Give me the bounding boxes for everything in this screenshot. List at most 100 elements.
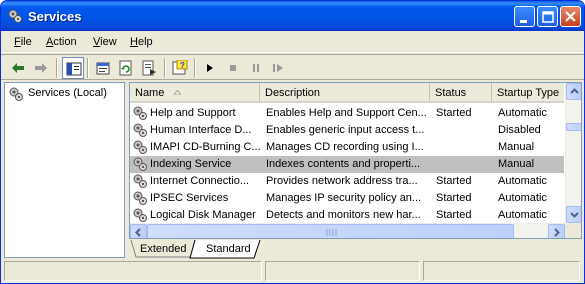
cell-status: Started xyxy=(436,192,472,204)
service-gears-icon xyxy=(133,174,147,188)
arrow-right-icon xyxy=(554,228,560,237)
properties-button[interactable] xyxy=(92,57,114,79)
help-icon: ? xyxy=(172,60,188,75)
cell-startup-type: Automatic xyxy=(498,209,547,221)
toolbar-separator xyxy=(194,58,196,78)
restart-icon xyxy=(273,64,283,72)
cell-description: Manages IP security policy an... xyxy=(266,192,422,204)
table-row[interactable]: Help and Support Enables Help and Support… xyxy=(130,105,564,122)
restart-service-button[interactable] xyxy=(268,57,290,79)
pause-service-button[interactable] xyxy=(245,57,267,79)
table-row[interactable]: Logical Disk Manager Detects and monitors… xyxy=(130,207,564,224)
column-header-status[interactable]: Status xyxy=(430,83,492,102)
cell-name: IMAPI CD-Burning C... xyxy=(150,141,261,153)
forward-button[interactable] xyxy=(30,57,52,79)
show-hide-tree-button[interactable] xyxy=(62,57,84,79)
cell-name: Internet Connectio... xyxy=(150,175,250,187)
cell-description: Indexes contents and properti... xyxy=(266,158,421,170)
cell-description: Enables Help and Support Cen... xyxy=(266,107,427,119)
cell-name: IPSEC Services xyxy=(150,192,229,204)
refresh-button[interactable] xyxy=(115,57,137,79)
cell-name: Help and Support xyxy=(150,107,236,119)
menu-action[interactable]: Action xyxy=(46,36,77,48)
help-button[interactable]: ? xyxy=(169,57,191,79)
service-gears-icon xyxy=(133,123,147,137)
sort-ascending-icon xyxy=(174,90,181,95)
cell-name: Indexing Service xyxy=(150,158,232,170)
console-tree-icon xyxy=(66,62,82,76)
back-arrow-icon xyxy=(12,63,24,73)
close-button[interactable] xyxy=(560,6,581,27)
menu-file[interactable]: File xyxy=(14,36,32,48)
scroll-right-button[interactable] xyxy=(548,224,565,238)
cell-name: Logical Disk Manager xyxy=(150,209,256,221)
stop-service-button[interactable] xyxy=(222,57,244,79)
window-title: Services xyxy=(28,9,82,24)
service-gears-icon xyxy=(133,157,147,171)
export-list-icon xyxy=(142,60,156,76)
minimize-button[interactable] xyxy=(514,6,535,27)
toolbar-separator xyxy=(87,58,89,78)
cell-status: Started xyxy=(436,209,472,221)
vertical-scroll-thumb[interactable] xyxy=(566,123,581,131)
table-row[interactable]: Indexing Service Indexes contents and pro… xyxy=(130,156,564,173)
cell-startup-type: Automatic xyxy=(498,107,547,119)
cell-startup-type: Manual xyxy=(498,158,535,170)
cell-startup-type: Manual xyxy=(498,141,535,153)
column-header-description[interactable]: Description xyxy=(260,83,430,102)
cell-description: Detects and monitors new har... xyxy=(266,209,421,221)
minimize-icon xyxy=(520,20,527,23)
back-button[interactable] xyxy=(7,57,29,79)
grip-icon xyxy=(326,229,337,236)
vertical-scrollbar[interactable] xyxy=(565,83,581,223)
menu-bar: File Action View Help xyxy=(1,31,584,53)
gears-icon xyxy=(8,9,22,23)
menu-view[interactable]: View xyxy=(93,36,117,48)
status-panel-1 xyxy=(4,261,262,281)
service-gears-icon xyxy=(133,191,147,205)
table-row[interactable]: IMAPI CD-Burning C... Manages CD recordin… xyxy=(130,139,564,156)
scrollbar-corner xyxy=(565,223,581,238)
cell-name: Human Interface D... xyxy=(150,124,252,136)
tab-extended[interactable]: Extended xyxy=(140,241,186,258)
services-window: Services File Action View Help ? Service… xyxy=(0,0,585,284)
scroll-up-button[interactable] xyxy=(566,83,581,100)
table-row[interactable]: IPSEC Services Manages IP security policy… xyxy=(130,190,564,207)
refresh-icon xyxy=(119,60,132,76)
service-gears-icon xyxy=(133,106,147,120)
start-service-button[interactable] xyxy=(199,57,221,79)
arrow-up-icon xyxy=(570,88,579,94)
tree-node-label: Services (Local) xyxy=(28,87,107,99)
export-list-button[interactable] xyxy=(138,57,160,79)
maximize-button[interactable] xyxy=(537,6,558,27)
column-header-name[interactable]: Name xyxy=(130,83,260,102)
scroll-down-button[interactable] xyxy=(566,206,581,223)
maximize-icon xyxy=(542,11,554,23)
service-gears-icon xyxy=(133,208,147,222)
gears-icon xyxy=(9,87,23,101)
svg-text:?: ? xyxy=(180,61,185,70)
menu-help[interactable]: Help xyxy=(130,36,153,48)
table-row[interactable]: Internet Connectio... Provides network ad… xyxy=(130,173,564,190)
status-panel-2 xyxy=(265,261,420,281)
toolbar: ? xyxy=(1,54,584,80)
horizontal-scrollbar[interactable] xyxy=(130,223,565,238)
tab-standard[interactable]: Standard xyxy=(206,241,251,258)
table-row[interactable]: Human Interface D... Enables generic inpu… xyxy=(130,122,564,139)
play-icon xyxy=(207,64,213,72)
cell-startup-type: Disabled xyxy=(498,124,541,136)
cell-description: Manages CD recording using I... xyxy=(266,141,424,153)
scroll-left-button[interactable] xyxy=(130,224,147,238)
cell-status: Started xyxy=(436,175,472,187)
list-header: Name Description Status Startup Type xyxy=(130,83,564,103)
service-gears-icon xyxy=(133,140,147,154)
horizontal-scroll-thumb[interactable] xyxy=(147,224,514,238)
cell-startup-type: Automatic xyxy=(498,192,547,204)
arrow-left-icon xyxy=(135,228,141,237)
title-bar[interactable]: Services xyxy=(1,1,584,31)
status-panel-3 xyxy=(423,261,580,281)
cell-description: Provides network address tra... xyxy=(266,175,418,187)
pause-icon xyxy=(253,64,259,72)
cell-description: Enables generic input access t... xyxy=(266,124,425,136)
toolbar-separator xyxy=(56,58,58,78)
